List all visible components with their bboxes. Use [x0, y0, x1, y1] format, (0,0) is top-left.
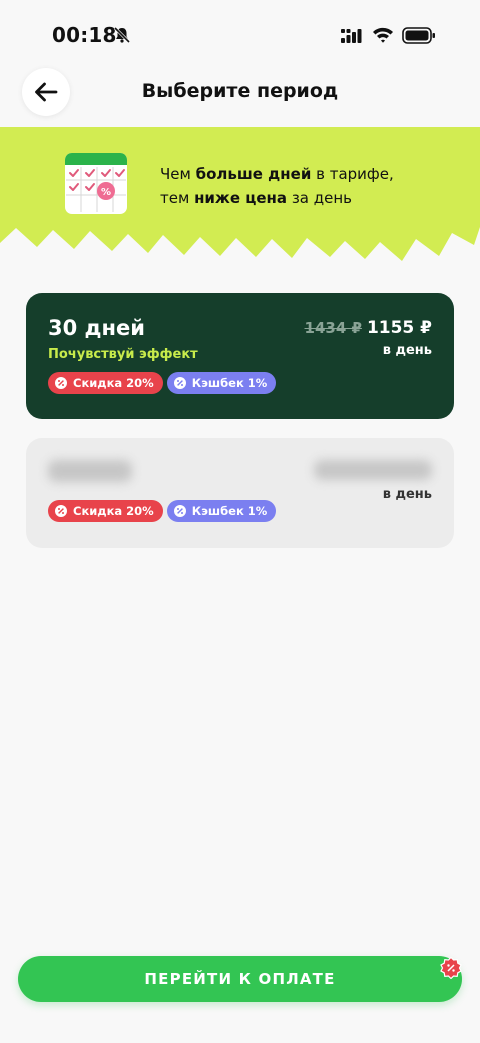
plan-badges: Скидка 20% Кэшбек 1%: [48, 500, 277, 522]
plan-subtitle: Почувствуй эффект: [48, 347, 198, 362]
status-bar: 00:18: [0, 0, 480, 70]
bell-muted-icon: [113, 26, 131, 44]
blurred-plan-title: [48, 460, 132, 482]
current-price: 1155 ₽: [366, 318, 432, 338]
status-time: 00:18: [52, 23, 117, 47]
proceed-to-payment-button[interactable]: ПЕРЕЙТИ К ОПЛАТЕ: [18, 956, 462, 1002]
banner-line-2: тем ниже цена за день: [160, 189, 352, 207]
cashback-badge: Кэшбек 1%: [166, 372, 277, 394]
banner-text: Чем больше дней в тарифе, тем ниже цена …: [160, 162, 394, 210]
per-day-label: в день: [382, 343, 432, 358]
discount-icon: [55, 505, 67, 517]
banner-line-1: Чем больше дней в тарифе,: [160, 165, 394, 183]
plan-card-alternative[interactable]: в день Скидка 20% Кэшбек 1%: [26, 438, 454, 548]
discount-badge: Скидка 20%: [48, 372, 163, 394]
cashback-badge: Кэшбек 1%: [166, 500, 277, 522]
plan-title: 30 дней: [48, 316, 145, 340]
discount-badge: Скидка 20%: [48, 500, 163, 522]
discount-icon: [55, 377, 67, 389]
plan-badges: Скидка 20% Кэшбек 1%: [48, 372, 277, 394]
old-price: 1434 ₽: [304, 319, 362, 337]
cashback-icon: [173, 377, 186, 389]
signal-icon: [341, 29, 362, 43]
plan-card-30-days[interactable]: 30 дней Почувствуй эффект 1434 ₽1155 ₽ в…: [26, 293, 454, 419]
battery-icon: [402, 27, 435, 44]
blurred-plan-price: [314, 460, 432, 480]
wifi-icon: [373, 27, 393, 43]
per-day-label: в день: [382, 487, 432, 502]
calendar-discount-icon: %: [65, 153, 127, 214]
svg-text:%: %: [101, 187, 111, 198]
cashback-icon: [173, 505, 186, 517]
page-title: Выберите период: [141, 80, 339, 102]
plan-price: 1434 ₽1155 ₽: [305, 318, 432, 338]
discount-badge-icon: [440, 957, 462, 979]
